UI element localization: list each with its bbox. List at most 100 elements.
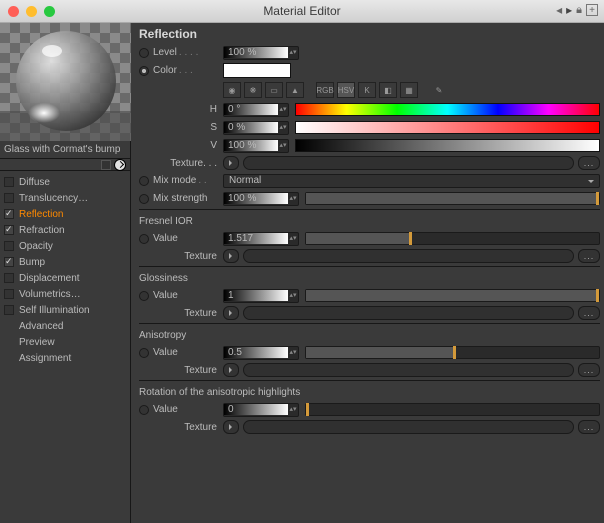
spinner-icon[interactable]: ▴▾ <box>288 50 298 55</box>
spinner-icon[interactable]: ▴▾ <box>278 107 288 112</box>
texture-path-field[interactable] <box>243 156 574 170</box>
image-picker-icon[interactable]: ▲ <box>286 82 304 98</box>
add-tab-icon[interactable]: + <box>586 4 598 16</box>
mixstrength-field[interactable]: 100 %▴▾ <box>223 192 299 206</box>
spinner-icon[interactable]: ▴▾ <box>278 143 288 148</box>
channel-bump[interactable]: Bump <box>0 254 130 270</box>
checkbox-icon[interactable] <box>4 305 14 315</box>
texture-browse-btn[interactable]: ... <box>578 249 600 263</box>
texture-menu-btn[interactable] <box>223 249 239 263</box>
label-value: Value <box>153 233 178 244</box>
mixer-icon[interactable]: ◧ <box>379 82 397 98</box>
swatches-icon[interactable]: ▦ <box>400 82 418 98</box>
v-field[interactable]: 100 %▴▾ <box>223 139 289 153</box>
sub-advanced[interactable]: Advanced <box>0 318 130 334</box>
fresnel-field[interactable]: 1.517▴▾ <box>223 232 299 246</box>
radio-icon[interactable] <box>139 234 149 244</box>
spinner-icon[interactable]: ▴▾ <box>288 407 298 412</box>
fresnel-slider[interactable] <box>305 232 600 245</box>
hsv-mode-icon[interactable]: HSV <box>337 82 355 98</box>
channel-list: Diffuse Translucency… Reflection Refract… <box>0 171 130 366</box>
checkbox-icon[interactable] <box>4 289 14 299</box>
checkbox-icon[interactable] <box>4 209 14 219</box>
sub-assignment[interactable]: Assignment <box>0 350 130 366</box>
channel-reflection[interactable]: Reflection <box>0 206 130 222</box>
val-slider[interactable] <box>295 139 600 152</box>
sub-preview[interactable]: Preview <box>0 334 130 350</box>
spinner-icon[interactable]: ▴▾ <box>288 350 298 355</box>
texture-browse-btn[interactable]: ... <box>578 306 600 320</box>
radio-icon[interactable] <box>139 66 149 76</box>
hue-slider[interactable] <box>295 103 600 116</box>
checkbox-icon[interactable] <box>4 193 14 203</box>
checkbox-icon[interactable] <box>4 241 14 251</box>
row-gloss-texture: Texture ... <box>139 305 600 321</box>
channel-displacement[interactable]: Displacement <box>0 270 130 286</box>
aniso-slider[interactable] <box>305 346 600 359</box>
channel-selfillum[interactable]: Self Illumination <box>0 302 130 318</box>
chevron-left-icon[interactable]: ◂ <box>556 3 562 17</box>
material-name[interactable]: Glass with Cormat's bump <box>0 141 130 159</box>
label-texture: Texture <box>184 422 217 433</box>
row-val: V 100 %▴▾ <box>139 137 600 154</box>
eyedropper-icon[interactable]: ✎ <box>430 82 448 98</box>
checkbox-icon[interactable] <box>4 225 14 235</box>
rot-slider[interactable] <box>305 403 600 416</box>
channel-diffuse[interactable]: Diffuse <box>0 174 130 190</box>
row-rot-value: Value 0▴▾ <box>139 401 600 418</box>
h-field[interactable]: 0 °▴▾ <box>223 103 289 117</box>
gloss-field[interactable]: 1▴▾ <box>223 289 299 303</box>
mixmode-dropdown[interactable]: Normal <box>223 174 600 188</box>
label-mixstr: Mix strength <box>153 193 207 204</box>
rot-field[interactable]: 0▴▾ <box>223 403 299 417</box>
s-field[interactable]: 0 %▴▾ <box>223 121 289 135</box>
material-picker-icon[interactable] <box>114 159 126 171</box>
sat-slider[interactable] <box>295 121 600 134</box>
material-preview[interactable] <box>0 23 130 141</box>
checkbox-icon[interactable] <box>4 177 14 187</box>
channel-refraction[interactable]: Refraction <box>0 222 130 238</box>
color-swatch[interactable] <box>223 63 291 78</box>
rgb-mode-icon[interactable]: RGB <box>316 82 334 98</box>
spinner-icon[interactable]: ▴▾ <box>288 236 298 241</box>
radio-icon[interactable] <box>139 194 149 204</box>
material-thumb-icon[interactable] <box>101 160 111 170</box>
radio-icon[interactable] <box>139 405 149 415</box>
row-texture-main: Texture. . . ... <box>139 155 600 171</box>
radio-icon[interactable] <box>139 291 149 301</box>
texture-path-field[interactable] <box>243 306 574 320</box>
gloss-slider[interactable] <box>305 289 600 302</box>
spinner-icon[interactable]: ▴▾ <box>288 196 298 201</box>
texture-path-field[interactable] <box>243 420 574 434</box>
channel-translucency[interactable]: Translucency… <box>0 190 130 206</box>
level-field[interactable]: 100 %▴▾ <box>223 46 299 60</box>
checkbox-icon[interactable] <box>4 273 14 283</box>
chevron-right-icon[interactable]: ▸ <box>566 3 572 17</box>
aniso-field[interactable]: 0.5▴▾ <box>223 346 299 360</box>
texture-menu-btn[interactable] <box>223 363 239 377</box>
channel-volumetrics[interactable]: Volumetrics… <box>0 286 130 302</box>
radio-icon[interactable] <box>139 48 149 58</box>
checkbox-icon[interactable] <box>4 257 14 267</box>
kelvin-mode-icon[interactable]: K <box>358 82 376 98</box>
texture-browse-btn[interactable]: ... <box>578 420 600 434</box>
window-title: Material Editor <box>0 4 604 18</box>
wheel-icon[interactable]: ◉ <box>223 82 241 98</box>
texture-path-field[interactable] <box>243 249 574 263</box>
spinner-icon[interactable]: ▴▾ <box>288 293 298 298</box>
mixstrength-slider[interactable] <box>305 192 600 205</box>
channel-opacity[interactable]: Opacity <box>0 238 130 254</box>
texture-browse-btn[interactable]: ... <box>578 363 600 377</box>
radio-icon[interactable] <box>139 348 149 358</box>
label-texture: Texture <box>184 251 217 262</box>
gradient-icon[interactable]: ▭ <box>265 82 283 98</box>
texture-menu-btn[interactable] <box>223 306 239 320</box>
spectrum-icon[interactable]: ❋ <box>244 82 262 98</box>
radio-icon[interactable] <box>139 176 149 186</box>
texture-menu-btn[interactable] <box>223 156 239 170</box>
spinner-icon[interactable]: ▴▾ <box>278 125 288 130</box>
texture-browse-btn[interactable]: ... <box>578 156 600 170</box>
texture-path-field[interactable] <box>243 363 574 377</box>
texture-menu-btn[interactable] <box>223 420 239 434</box>
lock-icon[interactable]: 🔒︎ <box>576 4 582 17</box>
